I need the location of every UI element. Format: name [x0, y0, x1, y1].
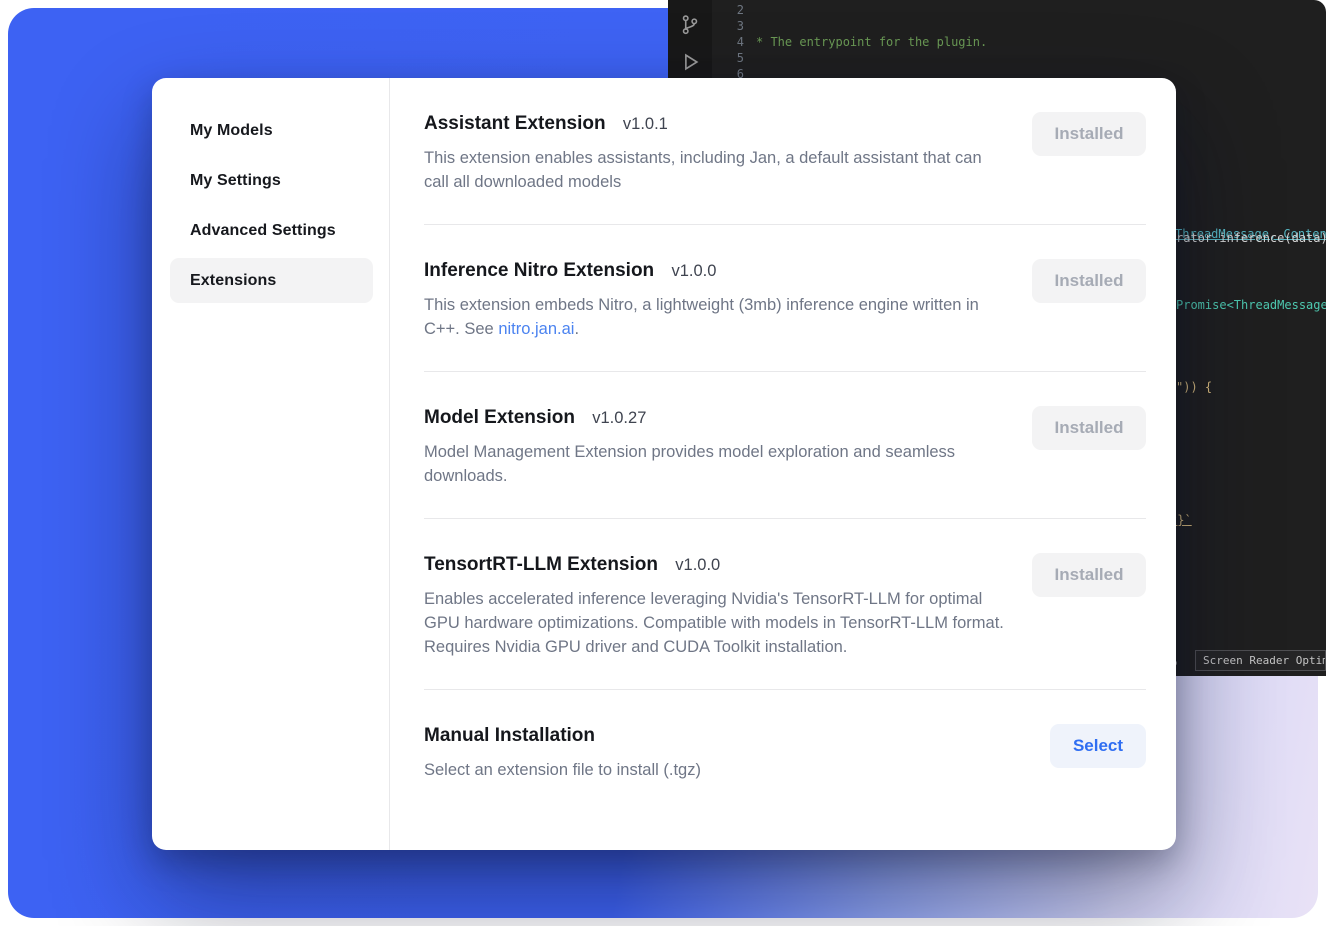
- extension-version: v1.0.0: [675, 556, 720, 574]
- extension-version: v1.0.27: [592, 409, 646, 427]
- extension-heading: Model Extension v1.0.27: [424, 406, 1006, 430]
- description-text: .: [574, 320, 579, 338]
- extension-version: v1.0.0: [671, 262, 716, 280]
- manual-installation-section: Manual Installation Select an extension …: [424, 690, 1146, 812]
- extension-section-assistant: Assistant Extension v1.0.1 This extensio…: [424, 78, 1146, 225]
- extension-section-tensorrt: TensortRT-LLM Extension v1.0.0 Enables a…: [424, 519, 1146, 690]
- extension-description: Enables accelerated inference leveraging…: [424, 587, 1006, 659]
- extension-description: Model Management Extension provides mode…: [424, 440, 1006, 488]
- installed-button[interactable]: Installed: [1032, 406, 1146, 450]
- extension-heading: TensortRT-LLM Extension v1.0.0: [424, 553, 1006, 577]
- run-icon: [679, 50, 701, 74]
- sidebar-item-extensions[interactable]: Extensions: [170, 258, 373, 303]
- code-fragment: t}`: [1170, 512, 1326, 528]
- line-number: 3: [712, 18, 744, 34]
- installed-button[interactable]: Installed: [1032, 553, 1146, 597]
- extension-section-model: Model Extension v1.0.27 Model Management…: [424, 372, 1146, 519]
- line-number: 4: [712, 34, 744, 50]
- extension-heading: Assistant Extension v1.0.1: [424, 112, 1006, 136]
- extension-description: Select an extension file to install (.tg…: [424, 758, 1006, 782]
- extension-section-nitro: Inference Nitro Extension v1.0.0 This ex…: [424, 225, 1146, 372]
- extension-title: Inference Nitro Extension: [424, 260, 654, 281]
- nitro-jan-ai-link[interactable]: nitro.jan.ai: [498, 320, 574, 338]
- screen-reader-badge: Screen Reader Optimize: [1195, 650, 1326, 671]
- line-number: 2: [712, 2, 744, 18]
- extension-description: This extension embeds Nitro, a lightweig…: [424, 293, 1006, 341]
- extension-heading: Manual Installation: [424, 724, 1006, 748]
- sidebar-item-advanced-settings[interactable]: Advanced Settings: [170, 208, 373, 253]
- extension-title: TensortRT-LLM Extension: [424, 554, 658, 575]
- sidebar-item-my-models[interactable]: My Models: [170, 108, 373, 153]
- source-control-icon: [680, 14, 700, 36]
- extensions-panel: Assistant Extension v1.0.1 This extensio…: [390, 78, 1176, 850]
- scene: 2 3 4 5 6 * The entrypoint for the plugi…: [0, 0, 1326, 926]
- installed-button[interactable]: Installed: [1032, 112, 1146, 156]
- settings-modal: My Models My Settings Advanced Settings …: [152, 78, 1176, 850]
- code-fragment: rator.inference(data));: [1176, 230, 1326, 246]
- extension-title: Model Extension: [424, 407, 575, 428]
- select-file-button[interactable]: Select: [1050, 724, 1146, 768]
- settings-sidebar: My Models My Settings Advanced Settings …: [152, 78, 390, 850]
- editor-line-numbers: 2 3 4 5 6: [712, 2, 744, 82]
- code-fragment: Promise<ThreadMessage>: [1176, 297, 1326, 313]
- extension-title: Assistant Extension: [424, 113, 606, 134]
- installed-button[interactable]: Installed: [1032, 259, 1146, 303]
- extension-heading: Inference Nitro Extension v1.0.0: [424, 259, 1006, 283]
- sidebar-item-my-settings[interactable]: My Settings: [170, 158, 373, 203]
- line-number: 5: [712, 50, 744, 66]
- code-fragment: ")) {: [1176, 379, 1326, 395]
- extension-version: v1.0.1: [623, 115, 668, 133]
- extension-title: Manual Installation: [424, 725, 595, 746]
- extension-description: This extension enables assistants, inclu…: [424, 146, 1006, 194]
- code-line: * The entrypoint for the plugin.: [756, 34, 1326, 50]
